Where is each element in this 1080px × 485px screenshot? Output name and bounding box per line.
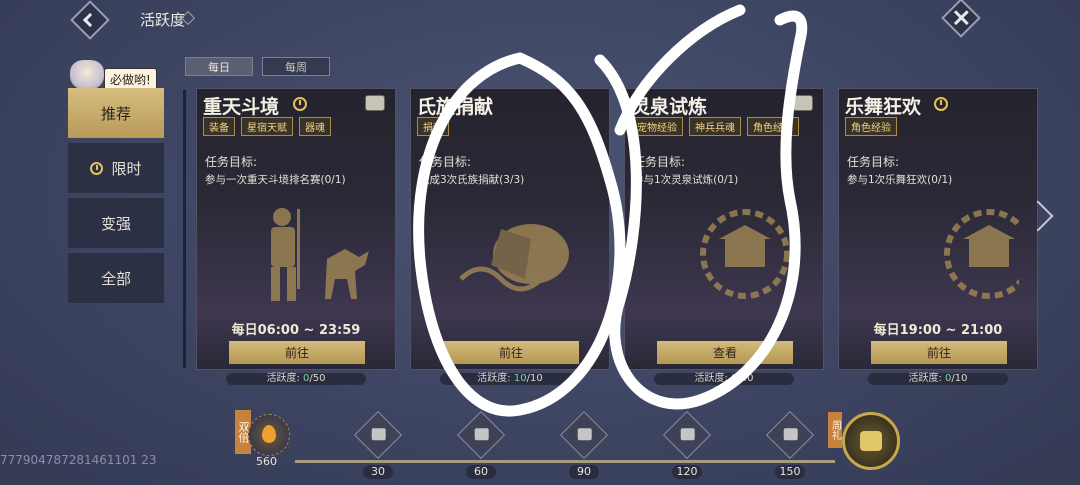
goal-label: 任务目标: — [847, 155, 900, 169]
card-title: 乐舞狂欢 — [845, 96, 922, 118]
back-button[interactable] — [70, 0, 110, 40]
player-uid: 777904787281461101 23 — [0, 453, 157, 467]
tag-list: 宠物经验 神兵兵魂 角色经验 — [631, 117, 799, 136]
milestone-chest[interactable] — [662, 410, 712, 460]
chest-icon — [860, 431, 882, 451]
milestone-label: 30 — [363, 465, 393, 479]
tag-list: 装备 星宿天赋 器魂 — [203, 117, 331, 136]
milestone-chest[interactable] — [559, 410, 609, 460]
milestone-label: 120 — [672, 465, 702, 479]
view-button[interactable]: 查看 — [657, 341, 793, 364]
nav-item-recommended[interactable]: 推荐 — [68, 88, 164, 138]
milestone-label: 150 — [775, 465, 805, 479]
weekly-gift-tag: 周礼 — [828, 412, 842, 448]
goal-label: 任务目标: — [205, 155, 258, 169]
chest-icon — [680, 428, 695, 441]
clock-icon — [934, 97, 948, 111]
milestone-chest[interactable] — [456, 410, 506, 460]
chest-icon — [783, 428, 798, 441]
shrine-artwork — [700, 209, 790, 299]
goal-text: 参与1次乐舞狂欢(0/1) — [847, 174, 953, 186]
tag-list: 角色经验 — [845, 117, 897, 136]
schedule-time: 每日19:00 ~ 21:00 — [873, 323, 1003, 338]
activity-score: 560 — [256, 455, 277, 468]
milestone-label: 90 — [569, 465, 599, 479]
tab-weekly[interactable]: 每周 — [262, 57, 330, 76]
tag: 器魂 — [299, 117, 331, 136]
go-button[interactable]: 前往 — [871, 341, 1007, 364]
tag: 装备 — [203, 117, 235, 136]
tag-list: 捐献 — [417, 117, 449, 136]
activity-card[interactable]: 重天斗境 装备 星宿天赋 器魂 任务目标: 参与一次重天斗境排名赛(0/1) 每… — [196, 88, 396, 370]
card-title: 重天斗境 — [203, 96, 280, 118]
go-button[interactable]: 前往 — [443, 341, 579, 364]
nav-item-all[interactable]: 全部 — [68, 253, 164, 303]
flame-icon — [262, 425, 276, 443]
goal-label: 任务目标: — [419, 155, 472, 169]
goal-label: 任务目标: — [633, 155, 686, 169]
chest-icon[interactable] — [793, 95, 813, 111]
card-title: 氏族捐献 — [417, 96, 494, 118]
chest-icon — [371, 428, 386, 441]
chest-icon[interactable] — [365, 95, 385, 111]
card-title: 灵泉试炼 — [631, 96, 708, 118]
mascot-avatar — [70, 60, 104, 90]
tab-daily[interactable]: 每日 — [185, 57, 253, 76]
schedule-time: 每日06:00 ~ 23:59 — [231, 323, 361, 338]
big-reward-chest[interactable] — [842, 412, 900, 470]
milestone-chest[interactable] — [353, 410, 403, 460]
chest-icon — [474, 428, 489, 441]
top-bar: 活跃度 — [0, 0, 1080, 40]
activity-points: 活跃度: 0/50 — [226, 373, 366, 385]
activity-points: 活跃度: 10/10 — [440, 373, 580, 385]
chest-icon — [577, 428, 592, 441]
chevron-left-icon — [82, 12, 98, 28]
page-title: 活跃度 — [140, 11, 186, 29]
milestone-chest[interactable] — [765, 410, 815, 460]
tag: 神兵兵魂 — [689, 117, 741, 136]
tag: 星宿天赋 — [241, 117, 293, 136]
tag: 宠物经验 — [631, 117, 683, 136]
activity-card[interactable]: 灵泉试炼 宠物经验 神兵兵魂 角色经验 任务目标: 参与1次灵泉试炼(0/1) … — [624, 88, 824, 370]
milestone-label: 60 — [466, 465, 496, 479]
clock-icon — [293, 97, 307, 111]
activity-points: 活跃度: 0/40 — [654, 373, 794, 385]
close-button[interactable] — [941, 0, 981, 38]
tag: 角色经验 — [845, 117, 897, 136]
goal-text: 参与一次重天斗境排名赛(0/1) — [205, 174, 346, 186]
warrior-artwork — [271, 208, 369, 301]
crest-artwork — [459, 224, 569, 292]
goal-text: 完成3次氏族捐献(3/3) — [419, 174, 525, 186]
nav-item-strengthen[interactable]: 变强 — [68, 198, 164, 248]
nav-item-limited[interactable]: 限时 — [68, 143, 164, 193]
stage-artwork — [944, 209, 1019, 299]
activity-card[interactable]: 氏族捐献 捐献 任务目标: 完成3次氏族捐献(3/3) 前往 — [410, 88, 610, 370]
go-button[interactable]: 前往 — [229, 341, 365, 364]
list-divider — [183, 90, 186, 368]
activity-points: 活跃度: 0/10 — [868, 373, 1008, 385]
goal-text: 参与1次灵泉试炼(0/1) — [633, 174, 739, 186]
tag: 角色经验 — [747, 117, 799, 136]
activity-card[interactable]: 乐舞狂欢 角色经验 任务目标: 参与1次乐舞狂欢(0/1) 每日19:00 ~ … — [838, 88, 1038, 370]
progress-track — [295, 460, 835, 463]
clock-icon — [90, 161, 104, 175]
tag: 捐献 — [417, 117, 449, 136]
